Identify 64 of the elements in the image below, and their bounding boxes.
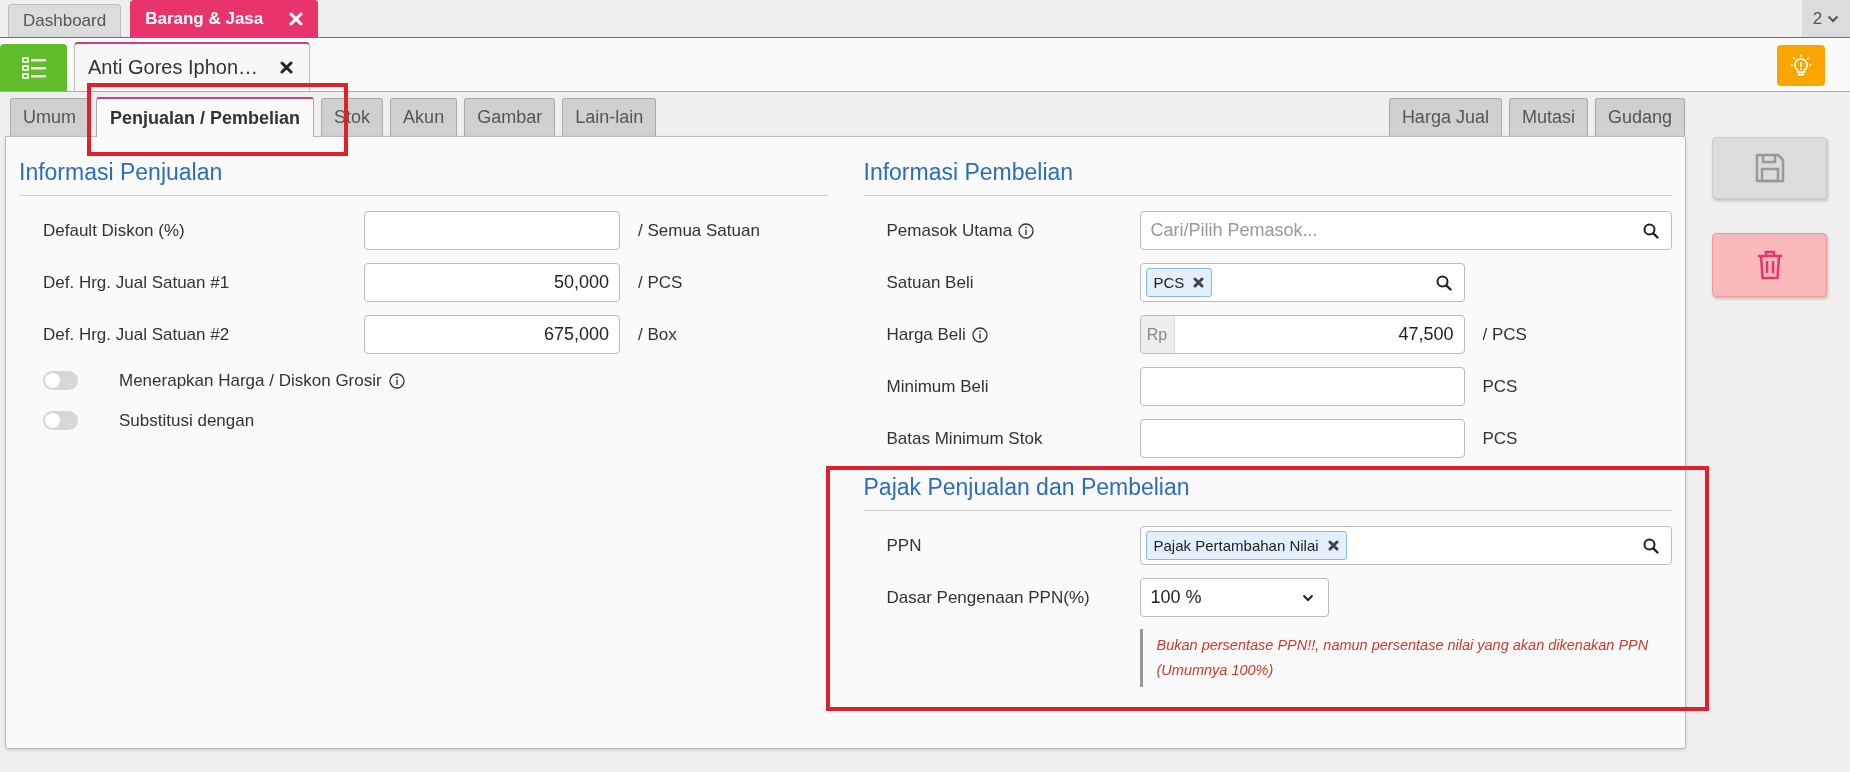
save-button[interactable] — [1712, 137, 1827, 199]
form-tab[interactable]: Lain-lain — [562, 98, 657, 136]
save-icon — [1753, 152, 1786, 184]
input-field[interactable] — [1139, 419, 1465, 458]
form-tab[interactable]: Akun — [390, 98, 458, 136]
field-label: Def. Hrg. Jual Satuan #2 — [43, 324, 230, 345]
form-tab[interactable]: Harga Jual — [1388, 98, 1502, 136]
app-tab[interactable]: Dashboard — [8, 4, 122, 37]
close-icon[interactable] — [280, 61, 294, 74]
unit-label: PCS — [1482, 376, 1518, 397]
tag-chip: Pajak Pertambahan Nilai — [1145, 531, 1347, 560]
toggle-switch[interactable] — [43, 411, 78, 430]
field-label: Satuan Beli — [886, 272, 974, 293]
lightbulb-icon — [1790, 53, 1812, 78]
input-field[interactable] — [1139, 367, 1465, 406]
tab-overflow-button[interactable]: 2 — [1802, 0, 1850, 37]
hint-note: Bukan persentase PPN!!, namun persentase nilai yang akan dikenakan PPN (Umumnya 100%) — [1139, 629, 1672, 687]
toggle-label: Substitusi dengan — [119, 410, 255, 431]
select-dropdown[interactable]: 100 % — [1139, 578, 1329, 617]
menu-button[interactable] — [0, 44, 67, 91]
delete-button[interactable] — [1712, 233, 1827, 297]
unit-label: / PCS — [638, 272, 683, 293]
search-icon[interactable] — [1435, 274, 1452, 291]
chevron-down-icon — [1301, 593, 1314, 602]
search-field[interactable]: Pajak Pertambahan Nilai — [1139, 526, 1672, 565]
section-heading: Informasi Pembelian — [863, 137, 1672, 196]
field-label: PPN — [886, 535, 922, 556]
trash-icon — [1756, 250, 1783, 280]
unit-label: / Box — [638, 324, 677, 345]
close-icon[interactable] — [1327, 540, 1339, 551]
search-field[interactable]: PCS — [1139, 263, 1465, 302]
close-icon[interactable] — [1193, 277, 1205, 288]
field-label: Dasar Pengenaan PPN(%) — [886, 587, 1090, 608]
toggle-label: Menerapkan Harga / Diskon Grosir — [119, 370, 382, 391]
field-label: Minimum Beli — [886, 376, 989, 397]
field-label: Harga Beli — [886, 324, 966, 345]
chevron-down-icon — [1827, 14, 1840, 23]
form-tab[interactable]: Gudang — [1594, 98, 1685, 136]
form-tab[interactable]: Umum — [10, 98, 89, 136]
search-icon[interactable] — [1643, 537, 1659, 554]
app-tab[interactable]: Barang & Jasa — [130, 0, 319, 37]
search-icon[interactable] — [1643, 222, 1659, 239]
field-label: Default Diskon (%) — [43, 220, 185, 241]
search-field[interactable]: Cari/Pilih Pemasok... — [1139, 211, 1672, 250]
document-tab[interactable]: Anti Gores Iphon… — [74, 42, 311, 91]
input-field[interactable]: Rp 47,500 — [1139, 315, 1465, 354]
input-field[interactable]: 675,000 — [364, 315, 620, 354]
tips-button[interactable] — [1777, 45, 1825, 86]
input-field[interactable] — [364, 211, 620, 250]
input-field[interactable]: 50,000 — [364, 263, 620, 302]
unit-label: / Semua Satuan — [638, 220, 760, 241]
section-heading: Pajak Penjualan dan Pembelian — [863, 458, 1672, 511]
unit-label: PCS — [1482, 428, 1518, 449]
form-tab[interactable]: Gambar — [464, 98, 556, 136]
toggle-switch[interactable] — [43, 371, 78, 390]
field-label: Pemasok Utama — [886, 220, 1013, 241]
field-label: Def. Hrg. Jual Satuan #1 — [43, 272, 230, 293]
tag-chip: PCS — [1145, 268, 1213, 297]
list-icon — [21, 56, 46, 79]
unit-label: / PCS — [1482, 324, 1527, 345]
form-tab[interactable]: Mutasi — [1508, 98, 1588, 136]
form-tab[interactable]: Penjualan / Pembelian — [96, 97, 315, 137]
section-heading: Informasi Penjualan — [19, 137, 828, 196]
field-label: Batas Minimum Stok — [886, 428, 1043, 449]
